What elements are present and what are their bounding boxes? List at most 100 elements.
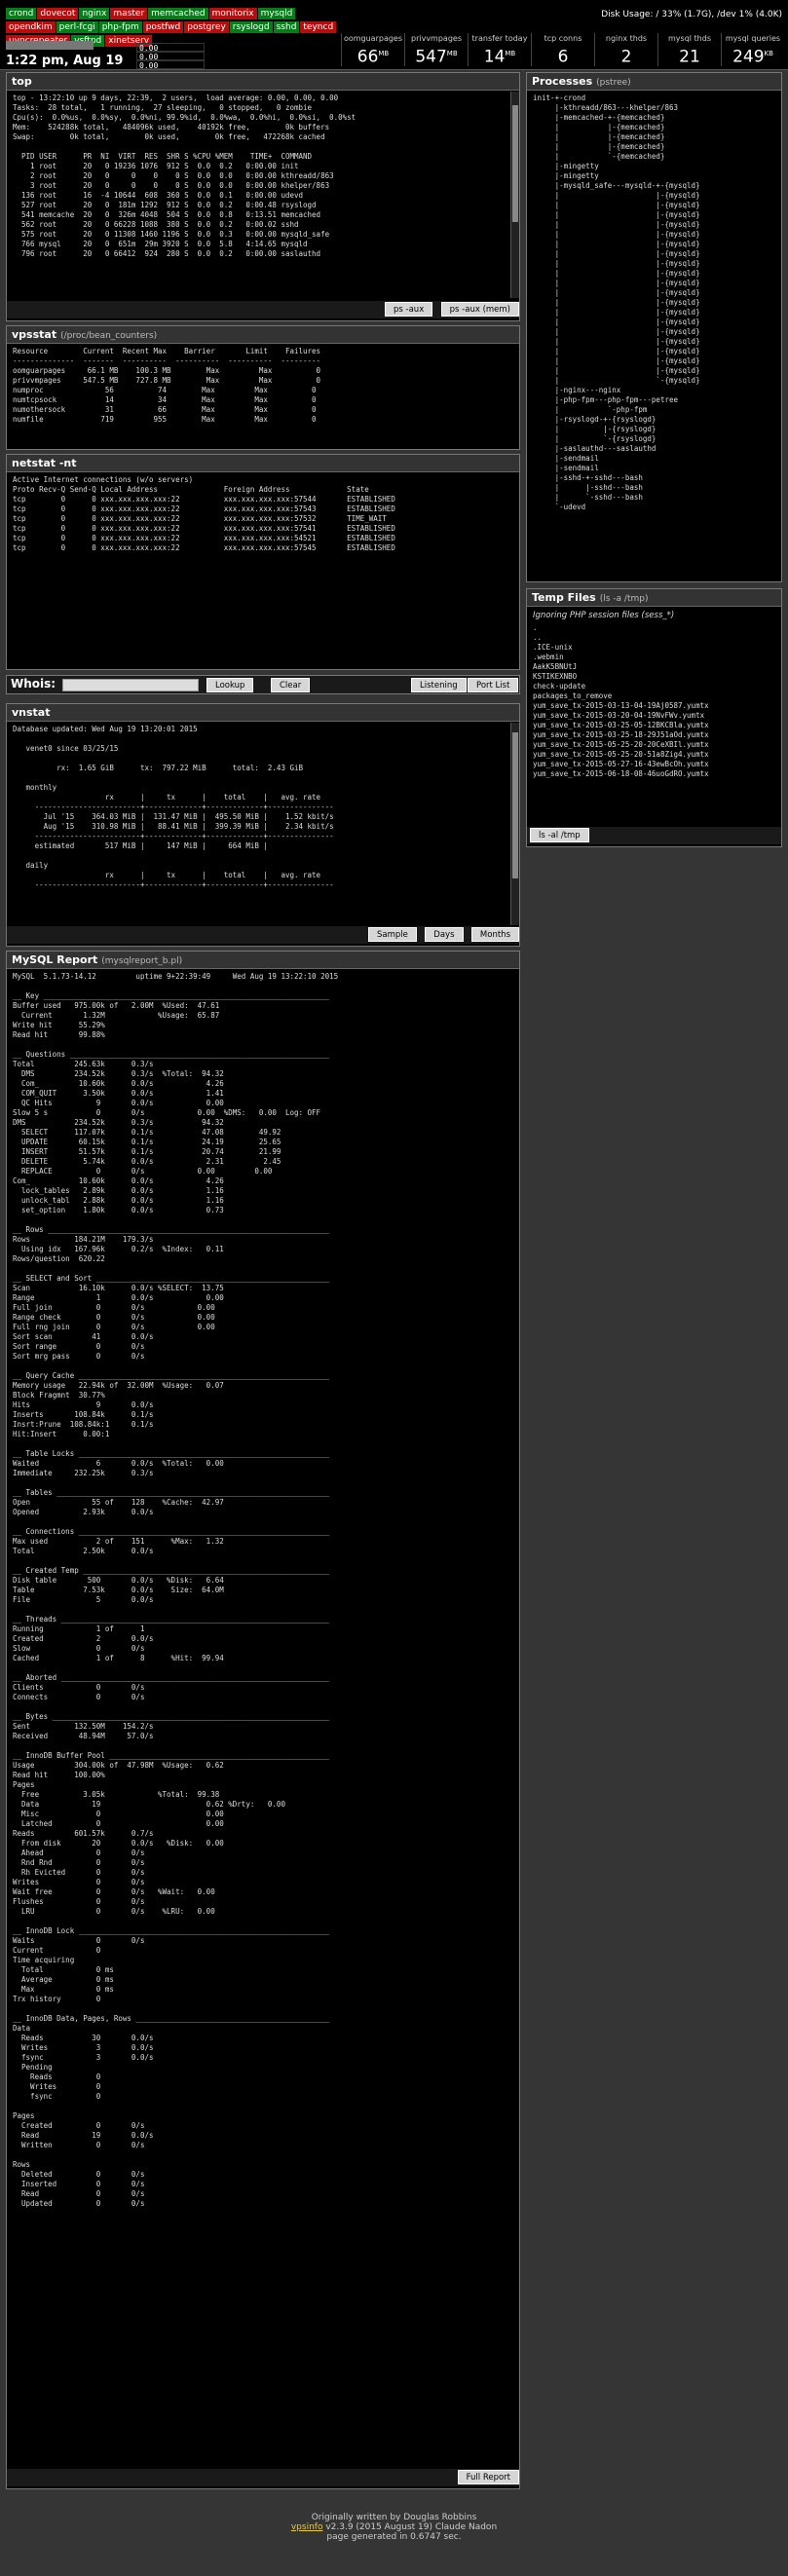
load-averages: 0.00 0.00 0.00 (136, 43, 205, 70)
stat-unit: MB (505, 50, 516, 57)
processes-title-text: Processes (532, 75, 593, 88)
service-postgrey: postgrey (184, 21, 229, 33)
stat-label: tcp conns (544, 34, 582, 43)
stat-nginx-thds: nginx thds 2 (594, 33, 657, 67)
netstat-title-text: netstat -nt (12, 457, 77, 469)
vnstat-title: vnstat (7, 704, 519, 722)
stat-label: mysql queries (725, 34, 781, 43)
stat-value: 6 (557, 47, 569, 67)
stat-label: privvmpages (411, 34, 462, 43)
service-sshd: sshd (273, 21, 300, 33)
tempfiles-output: . .. .ICE-unix .webmin AakK5BNUtJ KSTIKE… (533, 623, 709, 778)
processes-panel: Processes (pstree) init-+-crond |-kthread… (526, 72, 782, 582)
service-teyncd: teyncd (300, 21, 337, 33)
vpsstat-title: vpsstat (/proc/bean_counters) (7, 326, 519, 344)
service-php-fpm: php-fpm (98, 21, 142, 33)
mysql-title-text: MySQL Report (12, 953, 98, 966)
load-15min: 0.00 (136, 60, 205, 70)
sample-button[interactable]: Sample (367, 927, 417, 942)
footer-credit: Originally written by Douglas Robbins (311, 2513, 477, 2522)
mysql-report-title: MySQL Report (mysqlreport_b.pl) (7, 952, 519, 969)
stat-mysql-queries: mysql queries 249KB (721, 33, 784, 67)
service-perl-fcgi: perl-fcgi (56, 21, 98, 33)
months-button[interactable]: Months (470, 927, 519, 942)
vnstat-buttons: Sample Days Months (7, 926, 519, 944)
top-panel: top top - 13:22:10 up 9 days, 22:39, 2 u… (6, 72, 520, 321)
service-postfwd: postfwd (142, 21, 184, 33)
vpsstat-output: Resource Current Recent Max Barrier Limi… (13, 347, 321, 424)
stat-label: transfer today (471, 34, 528, 43)
stat-tcp-conns: tcp conns 6 (531, 33, 594, 67)
processes-title: Processes (pstree) (527, 73, 781, 91)
disk-usage: Disk Usage: / 33% (1.7G), /dev 1% (4.0K) (601, 10, 782, 19)
stat-oomguarpages: oomguarpages 66MB (341, 33, 404, 67)
mysql-report-output: MySQL 5.1.73-14.12 uptime 9+22:39:49 Wed… (13, 972, 339, 2208)
tempfiles-buttons: ls -al /tmp (527, 827, 781, 844)
listening-button[interactable]: Listening (411, 678, 467, 692)
vnstat-output: Database updated: Wed Aug 19 13:20:01 20… (13, 725, 334, 889)
ls-al-tmp-button[interactable]: ls -al /tmp (530, 828, 589, 842)
service-rsyslogd: rsyslogd (229, 21, 273, 33)
tempfiles-title: Temp Files (ls -a /tmp) (527, 589, 781, 607)
clear-button[interactable]: Clear (271, 678, 311, 692)
service-monitorix: monitorix (208, 8, 257, 19)
stat-grid: oomguarpages 66MB privvmpages 547MB transfer… (341, 33, 784, 67)
footer: Originally written by Douglas Robbins vp… (0, 2513, 788, 2542)
netstat-title: netstat -nt (7, 455, 519, 472)
vpsstat-title-text: vpsstat (12, 328, 57, 341)
pstree-output: init-+-crond |-kthreadd/863---khelper/86… (533, 93, 700, 511)
whois-input[interactable] (62, 679, 199, 691)
load-5min: 0.00 (136, 52, 205, 61)
days-button[interactable]: Days (425, 927, 464, 942)
stat-privvmpages: privvmpages 547MB (404, 33, 468, 67)
vnstat-title-text: vnstat (12, 706, 51, 719)
stat-value: 66MB (356, 47, 390, 67)
stat-unit: KB (764, 50, 773, 57)
tempfiles-panel: Temp Files (ls -a /tmp) Ignoring PHP sess… (526, 588, 782, 847)
tempfiles-note: Ignoring PHP session files (sess_*) (533, 611, 675, 620)
processes-subtitle: (pstree) (596, 78, 631, 88)
top-panel-title: top (7, 73, 519, 91)
stat-value: 21 (679, 47, 700, 67)
service-mysqld: mysqld (257, 8, 296, 19)
footer-version-text: v2.3.9 (2015 August 19) Claude Nadon (322, 2522, 498, 2532)
stat-mysql-thds: mysql thds 21 (657, 33, 721, 67)
vpsinfo-link[interactable]: vpsinfo (291, 2522, 323, 2532)
tempfiles-subtitle: (ls -a /tmp) (599, 594, 649, 604)
load-1min: 0.00 (136, 43, 205, 53)
mysql-subtitle: (mysqlreport_b.pl) (101, 956, 183, 966)
stat-value: 249KB (732, 47, 773, 67)
current-time: 1:22 pm, Aug 19 (6, 54, 124, 68)
service-opendkim: opendkim (6, 21, 56, 33)
stat-value: 547MB (415, 47, 458, 67)
tempfiles-title-text: Temp Files (532, 591, 596, 604)
footer-timing: page generated in 0.6747 sec. (326, 2532, 462, 2542)
stat-value: 14MB (483, 47, 516, 67)
lookup-button[interactable]: Lookup (206, 678, 254, 692)
vpsstat-panel: vpsstat (/proc/bean_counters) Resource Cu… (6, 325, 520, 450)
vnstat-panel: vnstat Database updated: Wed Aug 19 13:2… (6, 703, 520, 947)
port-list-button[interactable]: Port List (468, 678, 519, 692)
top-scrollbar[interactable] (510, 92, 519, 298)
service-crond: crond (6, 8, 37, 19)
stat-label: nginx thds (605, 34, 648, 43)
service-master: master (110, 8, 148, 19)
full-report-button[interactable]: Full Report (457, 2470, 519, 2484)
vpsstat-subtitle: (/proc/bean_counters) (60, 331, 158, 341)
ps-aux-button[interactable]: ps -aux (385, 302, 433, 317)
whois-bar: Whois: Lookup Clear Listening Port List (6, 675, 520, 694)
hostname-redacted (6, 41, 94, 50)
service-nginx: nginx (79, 8, 110, 19)
service-dovecot: dovecot (37, 8, 79, 19)
top-buttons: ps -aux ps -aux (mem) (7, 301, 519, 318)
ps-aux-mem-button[interactable]: ps -aux (mem) (440, 302, 519, 317)
vnstat-scrollbar[interactable] (510, 723, 519, 925)
stat-label: oomguarpages (343, 34, 403, 43)
footer-version: vpsinfo v2.3.9 (2015 August 19) Claude N… (0, 2522, 788, 2532)
netstat-panel: netstat -nt Active Internet connections … (6, 454, 520, 670)
stat-label: mysql thds (668, 34, 711, 43)
stat-unit: MB (378, 50, 390, 57)
netstat-output: Active Internet connections (w/o servers… (13, 475, 395, 552)
stat-transfer-today: transfer today 14MB (468, 33, 531, 67)
mysql-buttons: Full Report (7, 2469, 519, 2486)
